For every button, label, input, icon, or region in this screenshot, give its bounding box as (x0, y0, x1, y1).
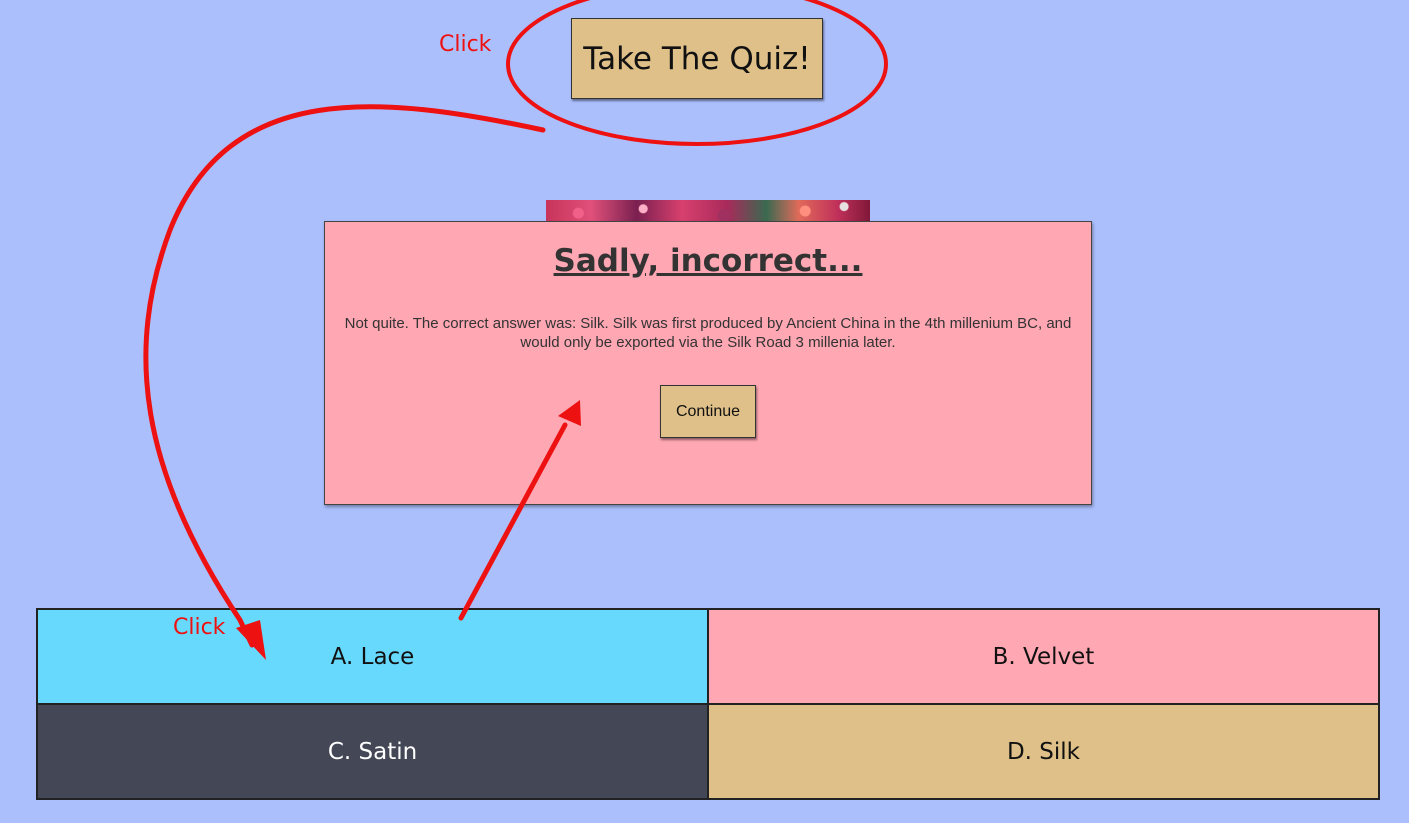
answer-a-lace[interactable]: A. Lace (37, 609, 708, 704)
answer-b-velvet[interactable]: B. Velvet (708, 609, 1379, 704)
take-quiz-button[interactable]: Take The Quiz! (571, 18, 823, 99)
click-note-bottom: Click (173, 615, 226, 640)
feedback-title: Sadly, incorrect... (553, 243, 863, 279)
answer-d-silk[interactable]: D. Silk (708, 704, 1379, 799)
click-note-top: Click (439, 32, 492, 57)
answer-grid: A. Lace B. Velvet C. Satin D. Silk (36, 608, 1380, 800)
quiz-image (546, 200, 870, 222)
feedback-message: Not quite. The correct answer was: Silk.… (344, 315, 1072, 351)
continue-button[interactable]: Continue (660, 385, 756, 438)
answer-c-satin[interactable]: C. Satin (37, 704, 708, 799)
feedback-modal: Sadly, incorrect... Not quite. The corre… (324, 221, 1092, 505)
